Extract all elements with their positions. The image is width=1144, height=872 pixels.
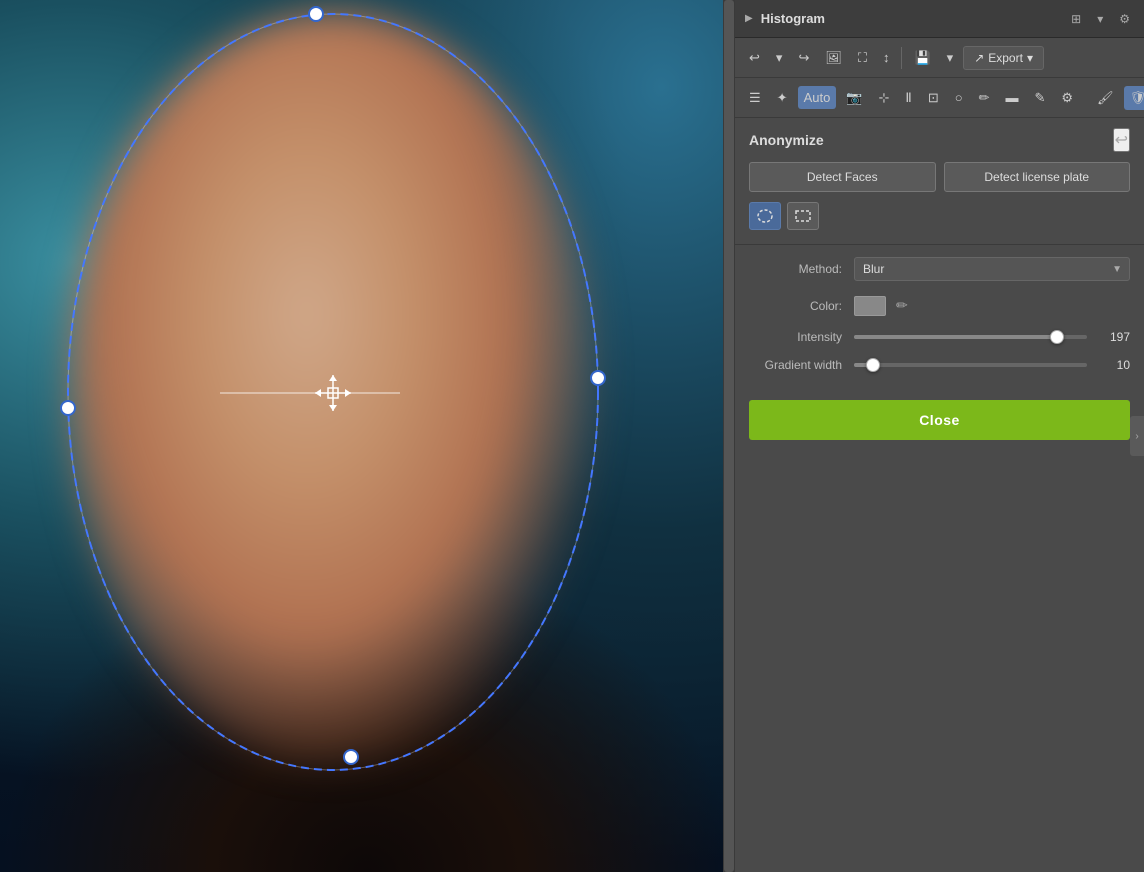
settings-tool-button[interactable]: ⚙ xyxy=(1055,86,1079,110)
ellipse-shape-button[interactable] xyxy=(749,202,781,230)
color-swatch[interactable] xyxy=(854,296,886,316)
eyedropper-button[interactable]: ✏ xyxy=(894,295,910,316)
color-value-area: ✏ xyxy=(854,295,1130,316)
color-label: Color: xyxy=(749,299,854,313)
method-select[interactable]: Blur Pixelate Color Fill xyxy=(854,257,1130,281)
toolbar-row-2: ☰ ✦ Auto 📷 ⊹ Ⅱ ⊡ ○ ✏ ▬ ✎ ⚙ 🖌 🛡 T. xyxy=(735,78,1144,118)
intensity-fill xyxy=(854,335,1057,339)
method-row: Method: Blur Pixelate Color Fill ▼ xyxy=(749,257,1130,281)
intensity-thumb[interactable] xyxy=(1050,330,1064,344)
method-label: Method: xyxy=(749,262,854,276)
gradient-thumb[interactable] xyxy=(866,358,880,372)
method-value-area: Blur Pixelate Color Fill ▼ xyxy=(854,257,1130,281)
histogram-header: ▶ Histogram ⊞ ▾ ⚙ xyxy=(735,0,1144,38)
panel-menu-icon[interactable]: ⊞ xyxy=(1067,10,1085,28)
auto-button[interactable]: Auto xyxy=(798,86,837,109)
anonymize-header: Anonymize ↩ xyxy=(749,128,1130,152)
rotate-button[interactable]: ↕ xyxy=(877,46,896,69)
rect-shape-button[interactable] xyxy=(787,202,819,230)
circle-tool-button[interactable]: ○ xyxy=(949,86,969,109)
filters-button[interactable]: ☰ xyxy=(743,86,767,110)
toolbar-row-1: ↩ ▾ ↪ 🖼 ⛶ ↕ 💾 ▾ ↗ Export ▾ xyxy=(735,38,1144,78)
mask-button[interactable]: 🛡 xyxy=(1124,86,1144,110)
canvas-area xyxy=(0,0,735,872)
color-row: Color: ✏ xyxy=(749,295,1130,316)
save-dropdown-button[interactable]: ▾ xyxy=(941,46,960,70)
intensity-slider[interactable] xyxy=(854,335,1087,339)
anonymize-section: Anonymize ↩ Detect Faces Detect license … xyxy=(735,118,1144,245)
gradient-value-area: 10 xyxy=(854,358,1130,372)
paint-button[interactable]: 🖌 xyxy=(1091,86,1120,110)
camera-button[interactable]: 📷 xyxy=(840,86,868,110)
snapshot-button[interactable]: 🖼 xyxy=(819,46,848,70)
undo-dropdown-button[interactable]: ▾ xyxy=(770,46,789,70)
auto-label: Auto xyxy=(804,90,831,105)
histogram-title: Histogram xyxy=(761,11,1059,26)
shape-buttons-row xyxy=(749,202,1130,230)
detect-buttons-row: Detect Faces Detect license plate xyxy=(749,162,1130,192)
rect-tool-button[interactable]: ▬ xyxy=(999,86,1024,109)
export-label: Export xyxy=(988,51,1023,65)
export-button[interactable]: ↗ Export ▾ xyxy=(963,46,1044,70)
gradient-label: Gradient width xyxy=(749,358,854,372)
right-edge-expand[interactable]: › xyxy=(1130,416,1144,456)
right-panel: ▶ Histogram ⊞ ▾ ⚙ ↩ ▾ ↪ 🖼 ⛶ ↕ 💾 ▾ ↗ Expo… xyxy=(735,0,1144,872)
export-dropdown-arrow: ▾ xyxy=(1027,51,1033,65)
gradient-value: 10 xyxy=(1095,358,1130,372)
healing-button[interactable]: ✦ xyxy=(771,86,794,110)
crop-tool-button[interactable]: ⊡ xyxy=(922,86,945,110)
save-button[interactable]: 💾 xyxy=(908,46,936,70)
pen-tool-button[interactable]: ✏ xyxy=(973,86,996,110)
gradient-slider[interactable] xyxy=(854,363,1087,367)
intensity-value: 197 xyxy=(1095,330,1130,344)
scrollbar-thumb[interactable] xyxy=(724,0,734,872)
method-dropdown-wrap: Blur Pixelate Color Fill ▼ xyxy=(854,257,1130,281)
perspective-button[interactable]: ⊹ xyxy=(873,86,896,110)
export-icon: ↗ xyxy=(974,51,984,65)
blur-overlay xyxy=(68,12,598,767)
detect-faces-button[interactable]: Detect Faces xyxy=(749,162,936,192)
vertical-scrollbar[interactable] xyxy=(723,0,735,872)
panel-settings-icon[interactable]: ⚙ xyxy=(1115,10,1134,28)
panel-dropdown-icon[interactable]: ▾ xyxy=(1093,10,1107,28)
params-section: Method: Blur Pixelate Color Fill ▼ Color… xyxy=(735,245,1144,384)
intensity-label: Intensity xyxy=(749,330,854,344)
intensity-value-area: 197 xyxy=(854,330,1130,344)
undo-button[interactable]: ↩ xyxy=(743,46,766,70)
detect-plate-button[interactable]: Detect license plate xyxy=(944,162,1131,192)
anonymize-title: Anonymize xyxy=(749,132,824,148)
toolbar-separator-1 xyxy=(901,47,902,69)
crop-button[interactable]: ⛶ xyxy=(852,46,873,70)
redo-button[interactable]: ↪ xyxy=(792,46,815,70)
annotation-tool-button[interactable]: ✎ xyxy=(1028,86,1051,110)
expand-icon[interactable]: ▶ xyxy=(745,13,753,24)
intensity-row: Intensity 197 xyxy=(749,330,1130,344)
text-tool-button[interactable]: Ⅱ xyxy=(899,86,917,110)
close-button[interactable]: Close xyxy=(749,400,1130,440)
gradient-row: Gradient width 10 xyxy=(749,358,1130,372)
anonymize-back-button[interactable]: ↩ xyxy=(1113,128,1130,152)
